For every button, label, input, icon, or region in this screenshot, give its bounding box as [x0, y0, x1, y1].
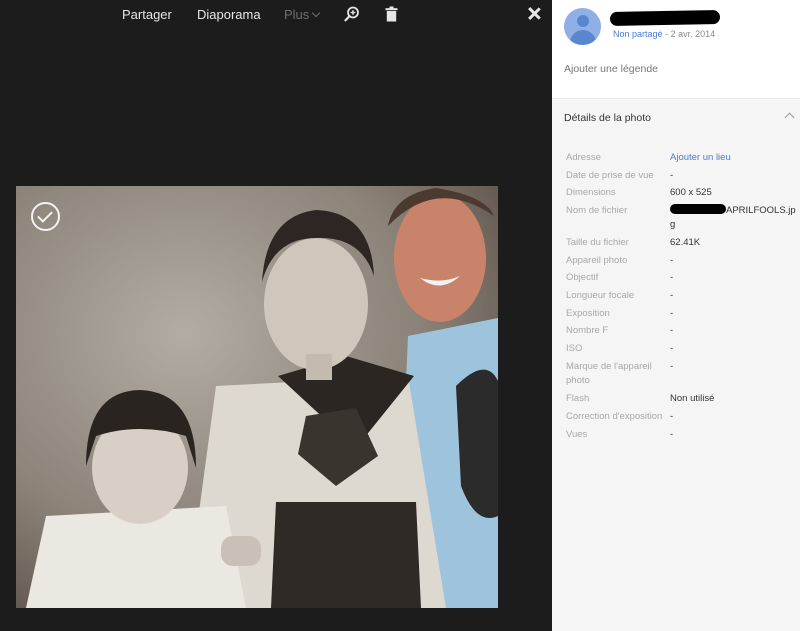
check-circle-icon[interactable] — [31, 202, 60, 231]
detail-value: 600 x 525 — [670, 187, 712, 198]
person-icon-body — [570, 30, 596, 45]
detail-label: Exposition — [566, 308, 610, 319]
detail-value: - — [670, 411, 674, 422]
detail-value: - — [670, 325, 674, 336]
trash-icon[interactable] — [385, 6, 398, 27]
detail-value: - — [670, 343, 674, 354]
chevron-up-icon[interactable] — [784, 112, 795, 123]
caption-input[interactable]: Ajouter une légende — [564, 63, 658, 75]
detail-label: Flash — [566, 393, 590, 404]
detail-label: Appareil photo — [566, 255, 628, 266]
filename-value: APRILFOOLS.jpg — [670, 204, 796, 232]
sharing-status-link[interactable]: Non partagé — [613, 29, 663, 39]
detail-label: Longueur focale — [566, 290, 635, 301]
detail-value: - — [670, 255, 674, 266]
details-title: Détails de la photo — [564, 112, 651, 124]
details-section-header[interactable]: Détails de la photo — [552, 98, 800, 136]
viewer-toolbar: Partager Diaporama Plus — [0, 0, 552, 32]
detail-value: - — [670, 429, 674, 440]
share-button[interactable]: Partager — [122, 7, 172, 22]
chevron-down-icon — [312, 8, 321, 18]
detail-label: Vues — [566, 429, 588, 440]
more-menu-label: Plus — [284, 7, 310, 22]
more-menu-button[interactable]: Plus — [284, 7, 321, 22]
close-icon[interactable] — [524, 4, 544, 24]
owner-name-redacted — [609, 10, 721, 26]
photo-image[interactable] — [16, 186, 498, 608]
detail-value: - — [670, 361, 674, 372]
detail-value: Non utilisé — [670, 393, 715, 404]
details-list: Adresse Ajouter un lieu Date de prise de… — [552, 136, 800, 631]
share-status-line: Non partagé - 2 avr. 2014 — [613, 29, 715, 39]
photo-viewer: Partager Diaporama Plus — [0, 0, 552, 631]
detail-label: Objectif — [566, 272, 599, 283]
detail-label: Taille du fichier — [566, 237, 629, 248]
filename-redacted — [670, 204, 726, 214]
detail-value: 62.41K — [670, 237, 701, 248]
detail-label: Marque de l'appareil photo — [566, 361, 652, 386]
detail-label: Correction d'exposition — [566, 411, 663, 422]
slideshow-button[interactable]: Diaporama — [197, 7, 261, 22]
detail-value: - — [670, 290, 674, 301]
detail-label: Dimensions — [566, 187, 616, 198]
zoom-in-icon[interactable] — [344, 6, 360, 27]
info-panel: Non partagé - 2 avr. 2014 Ajouter une lé… — [552, 0, 800, 631]
detail-label: Adresse — [566, 152, 601, 163]
detail-label: Date de prise de vue — [566, 170, 654, 181]
detail-label: Nombre F — [566, 325, 609, 336]
detail-value: - — [670, 272, 674, 283]
detail-label: Nom de fichier — [566, 205, 628, 216]
detail-value: - — [670, 308, 674, 319]
detail-value: - — [670, 170, 674, 181]
avatar[interactable] — [564, 8, 601, 45]
photo-date: 2 avr. 2014 — [670, 29, 716, 39]
person-icon — [577, 15, 589, 27]
detail-label: ISO — [566, 343, 583, 354]
add-location-link[interactable]: Ajouter un lieu — [670, 151, 796, 165]
